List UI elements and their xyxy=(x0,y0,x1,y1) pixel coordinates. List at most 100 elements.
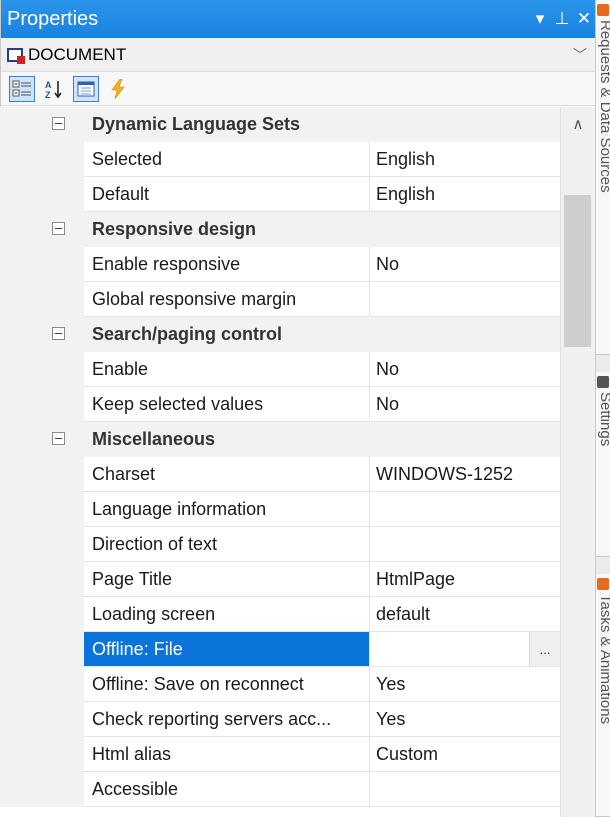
property-gutter xyxy=(0,457,84,492)
category-name: Search/paging control xyxy=(84,317,560,352)
property-row[interactable]: Global responsive margin xyxy=(0,282,560,317)
property-gutter xyxy=(0,562,84,597)
collapse-icon[interactable] xyxy=(52,222,65,235)
property-value[interactable]: WINDOWS-1252 xyxy=(370,457,560,492)
property-name[interactable]: Keep selected values xyxy=(84,387,370,422)
property-value[interactable] xyxy=(370,282,560,317)
property-value[interactable]: No xyxy=(370,247,560,282)
property-name[interactable]: Global responsive margin xyxy=(84,282,370,317)
property-value[interactable]: ... xyxy=(370,632,560,667)
property-name[interactable]: Accessible xyxy=(84,772,370,807)
property-gutter xyxy=(0,667,84,702)
collapse-icon[interactable] xyxy=(52,327,65,340)
collapse-icon[interactable] xyxy=(52,117,65,130)
scroll-up-icon[interactable]: ∧ xyxy=(561,107,595,141)
side-tab-requests[interactable]: Requests & Data Sources xyxy=(596,0,610,355)
property-pages-button[interactable] xyxy=(73,75,99,102)
property-value-text: No xyxy=(376,358,400,379)
side-tab-settings[interactable]: Settings xyxy=(596,372,610,557)
collapse-icon[interactable] xyxy=(52,432,65,445)
pin-icon[interactable]: ⊥ xyxy=(551,9,573,29)
svg-text:Z: Z xyxy=(45,90,51,99)
scrollbar-thumb[interactable] xyxy=(564,195,591,347)
chevron-down-icon[interactable]: ﹀ xyxy=(565,45,595,65)
svg-text:A: A xyxy=(45,80,52,90)
property-gutter xyxy=(0,527,84,562)
property-value[interactable] xyxy=(370,772,560,807)
property-gutter xyxy=(0,772,84,807)
property-row[interactable]: Selected English xyxy=(0,142,560,177)
category-row[interactable]: Miscellaneous xyxy=(0,422,560,457)
property-gutter xyxy=(0,632,84,667)
browse-button[interactable]: ... xyxy=(529,632,560,666)
property-value[interactable]: Custom xyxy=(370,737,560,772)
property-row[interactable]: Enable No xyxy=(0,352,560,387)
property-value[interactable]: No xyxy=(370,352,560,387)
category-name: Miscellaneous xyxy=(84,422,560,457)
property-name[interactable]: Default xyxy=(84,177,370,212)
property-row[interactable]: Enable responsive No xyxy=(0,247,560,282)
side-tab-strip: Requests & Data Sources Settings Tasks &… xyxy=(595,0,610,817)
category-row[interactable]: Responsive design xyxy=(0,212,560,247)
property-value[interactable]: English xyxy=(370,177,560,212)
property-row[interactable]: Default English xyxy=(0,177,560,212)
object-selector[interactable]: DOCUMENT ﹀ xyxy=(1,38,595,72)
property-row[interactable]: Keep selected values No xyxy=(0,387,560,422)
property-value-text: HtmlPage xyxy=(376,568,456,589)
property-name[interactable]: Page Title xyxy=(84,562,370,597)
side-tab-tasks[interactable]: Tasks & Animations xyxy=(596,574,610,817)
document-object-icon xyxy=(7,47,25,64)
property-value[interactable]: Yes xyxy=(370,667,560,702)
property-value[interactable] xyxy=(370,527,560,562)
property-row[interactable]: Language information xyxy=(0,492,560,527)
properties-toolbar: A Z xyxy=(1,72,595,106)
property-row[interactable]: Html alias Custom xyxy=(0,737,560,772)
category-row[interactable]: Dynamic Language Sets xyxy=(0,107,560,142)
property-value[interactable]: Yes xyxy=(370,702,560,737)
property-value-text: Yes xyxy=(376,708,406,729)
property-row[interactable]: Direction of text xyxy=(0,527,560,562)
alphabetical-button[interactable]: A Z xyxy=(41,76,67,102)
close-icon[interactable]: ✕ xyxy=(573,9,595,29)
category-gutter xyxy=(0,317,84,352)
property-row[interactable]: Check reporting servers acc... Yes xyxy=(0,702,560,737)
property-gutter xyxy=(0,597,84,632)
property-name[interactable]: Language information xyxy=(84,492,370,527)
property-name[interactable]: Offline: Save on reconnect xyxy=(84,667,370,702)
property-row[interactable]: Offline: File... xyxy=(0,632,560,667)
panel-menu-dropdown-icon[interactable]: ▾ xyxy=(529,9,551,29)
property-gutter xyxy=(0,352,84,387)
property-name[interactable]: Loading screen xyxy=(84,597,370,632)
property-row[interactable]: Accessible xyxy=(0,772,560,807)
vertical-scrollbar[interactable]: ∧ xyxy=(560,107,595,817)
property-name[interactable]: Selected xyxy=(84,142,370,177)
property-row[interactable]: Charset WINDOWS-1252 xyxy=(0,457,560,492)
property-name[interactable]: Direction of text xyxy=(84,527,370,562)
property-name[interactable]: Enable xyxy=(84,352,370,387)
property-name[interactable]: Html alias xyxy=(84,737,370,772)
requests-icon xyxy=(597,4,609,16)
events-button[interactable] xyxy=(105,76,131,102)
property-name[interactable]: Charset xyxy=(84,457,370,492)
property-gutter xyxy=(0,247,84,282)
property-value[interactable]: HtmlPage xyxy=(370,562,560,597)
property-gutter xyxy=(0,492,84,527)
property-value-text: WINDOWS-1252 xyxy=(376,463,514,484)
property-name[interactable]: Offline: File xyxy=(84,632,370,667)
property-value[interactable]: default xyxy=(370,597,560,632)
property-value[interactable]: No xyxy=(370,387,560,422)
property-row[interactable]: Page Title HtmlPage xyxy=(0,562,560,597)
object-selector-value: DOCUMENT xyxy=(28,44,127,64)
category-row[interactable]: Search/paging control xyxy=(0,317,560,352)
property-gutter xyxy=(0,177,84,212)
categorized-button[interactable] xyxy=(9,75,35,102)
property-name[interactable]: Enable responsive xyxy=(84,247,370,282)
property-row[interactable]: Loading screen default xyxy=(0,597,560,632)
categorized-icon xyxy=(12,80,31,96)
property-value[interactable]: English xyxy=(370,142,560,177)
property-value[interactable] xyxy=(370,492,560,527)
property-row[interactable]: Offline: Save on reconnect Yes xyxy=(0,667,560,702)
property-name[interactable]: Check reporting servers acc... xyxy=(84,702,370,737)
property-gutter xyxy=(0,282,84,317)
property-value-text: Yes xyxy=(376,673,406,694)
